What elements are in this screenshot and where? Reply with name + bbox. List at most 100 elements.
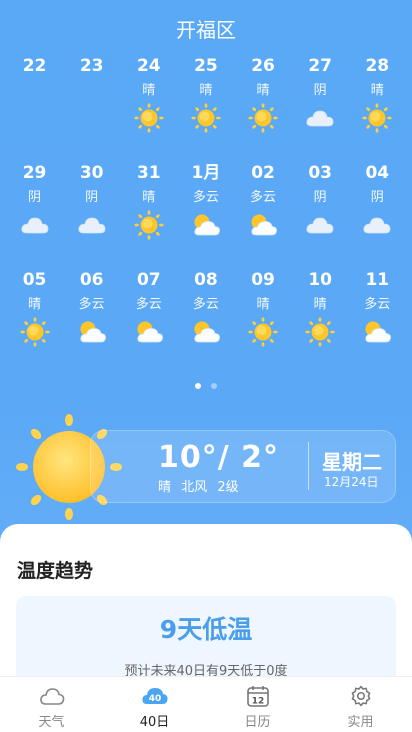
day-cell[interactable]: 31 晴: [120, 159, 177, 266]
day-condition: 阴: [313, 190, 327, 205]
pager-dots[interactable]: [0, 383, 412, 389]
day-cell[interactable]: 1月 多云: [177, 159, 234, 266]
empty-icon-slot: [6, 102, 63, 134]
day-condition: 晴: [370, 83, 384, 98]
day-cell[interactable]: 07 多云: [120, 266, 177, 373]
day-date: 31: [136, 163, 161, 183]
sun-icon: [235, 102, 292, 134]
day-cell[interactable]: 29 阴: [6, 159, 63, 266]
day-condition: 晴: [199, 83, 213, 98]
day-date: 25: [194, 56, 218, 76]
day-cell[interactable]: 03 阴: [292, 159, 349, 266]
day-condition: 阴: [313, 83, 327, 98]
sun-icon: [177, 102, 234, 134]
today-wind-dir: 北风: [181, 480, 208, 495]
day-cell[interactable]: 10 晴: [292, 266, 349, 373]
day-date: 04: [365, 163, 390, 183]
day-condition: 多云: [135, 297, 162, 312]
today-wind: 晴 北风 2级: [158, 476, 245, 495]
day-date: 06: [79, 270, 104, 290]
day-cell[interactable]: 23: [63, 52, 120, 159]
trend-headline: 9天低温: [159, 615, 253, 644]
cloud-outline-icon: [0, 684, 103, 708]
gear-icon: [309, 684, 412, 708]
day-cell[interactable]: 04 阴: [349, 159, 406, 266]
day-condition: [63, 80, 120, 102]
day-date: 1月: [191, 163, 221, 183]
day-date: 08: [194, 270, 218, 290]
sun-icon: [292, 316, 349, 348]
day-cell[interactable]: 05 晴: [6, 266, 63, 373]
calendar-row: 29 阴 30 阴 31 晴 1月 多云 02 多云 03 阴 04 阴: [6, 159, 406, 266]
day-cell[interactable]: 25 晴: [177, 52, 234, 159]
day-date: 09: [251, 270, 275, 290]
day-condition: 晴: [256, 297, 270, 312]
pager-dot[interactable]: [211, 383, 217, 389]
day-date: 07: [136, 270, 161, 290]
sun-icon: [6, 316, 63, 348]
tab-0[interactable]: 天气: [0, 677, 103, 732]
tab-1[interactable]: 40 40日: [103, 677, 206, 732]
sun-icon: [120, 209, 177, 241]
day-cell[interactable]: 08 多云: [177, 266, 234, 373]
pager-dot[interactable]: [195, 383, 201, 389]
day-condition: 晴: [28, 297, 42, 312]
bottom-tab-bar: 天气 40 40日 12 日历 实用: [0, 676, 412, 732]
tab-label: 40日: [139, 715, 170, 730]
partly-cloudy-icon: [177, 209, 234, 241]
tab-label: 天气: [38, 715, 65, 730]
day-cell[interactable]: 22: [6, 52, 63, 159]
day-date: 24: [136, 56, 161, 76]
day-cell[interactable]: 11 多云: [349, 266, 406, 373]
cloud-icon: [349, 209, 406, 241]
day-condition: 阴: [28, 190, 42, 205]
partly-cloudy-icon: [120, 316, 177, 348]
tab-label: 实用: [347, 715, 374, 730]
tab-2[interactable]: 12 日历: [206, 677, 309, 732]
day-condition: 晴: [256, 83, 270, 98]
partly-cloudy-icon: [177, 316, 234, 348]
day-date: 26: [251, 56, 275, 76]
tab-3[interactable]: 实用: [309, 677, 412, 732]
sun-icon: [235, 316, 292, 348]
day-date: 05: [22, 270, 47, 290]
day-date: 28: [365, 56, 390, 76]
day-condition: 晴: [142, 83, 156, 98]
day-condition: 阴: [370, 190, 384, 205]
day-date: 27: [308, 56, 333, 76]
day-date: 30: [79, 163, 104, 183]
partly-cloudy-icon: [235, 209, 292, 241]
day-cell[interactable]: 24 晴: [120, 52, 177, 159]
forecast-calendar-grid: 22 23 24 晴 25 晴 26 晴 27 阴 28 晴 29 阴 30 阴 31 晴 1月 多云 02 多云 03 阴 0…: [6, 52, 406, 373]
cloud-icon: [292, 209, 349, 241]
empty-icon-slot: [63, 102, 120, 134]
day-cell[interactable]: 26 晴: [235, 52, 292, 159]
trend-title: 温度趋势: [17, 560, 94, 582]
day-cell[interactable]: 27 阴: [292, 52, 349, 159]
day-cell[interactable]: 06 多云: [63, 266, 120, 373]
tab-label: 日历: [244, 715, 271, 730]
calendar-row: 22 23 24 晴 25 晴 26 晴 27 阴 28 晴: [6, 52, 406, 159]
day-condition: [6, 80, 63, 102]
day-cell[interactable]: 28 晴: [349, 52, 406, 159]
day-condition: 阴: [85, 190, 99, 205]
calendar-row: 05 晴 06 多云 07 多云 08 多云 09 晴 10 晴 11 多云: [6, 266, 406, 373]
cloud-icon: [63, 209, 120, 241]
svg-text:40: 40: [148, 694, 161, 704]
day-cell[interactable]: 30 阴: [63, 159, 120, 266]
cloud-icon: [292, 102, 349, 134]
day-date: 11: [365, 270, 390, 290]
day-date: 29: [22, 163, 47, 183]
svg-text:12: 12: [251, 697, 264, 707]
calendar-icon: 12: [206, 684, 309, 708]
day-date: 22: [22, 56, 47, 76]
today-condition: 晴: [158, 480, 172, 495]
day-date: 02: [251, 163, 275, 183]
day-cell[interactable]: 09 晴: [235, 266, 292, 373]
day-date: 10: [308, 270, 333, 290]
today-wind-level: 2级: [217, 480, 239, 495]
cloud-icon: [6, 209, 63, 241]
day-condition: 多云: [250, 190, 277, 205]
day-date: 23: [79, 56, 104, 76]
day-cell[interactable]: 02 多云: [235, 159, 292, 266]
